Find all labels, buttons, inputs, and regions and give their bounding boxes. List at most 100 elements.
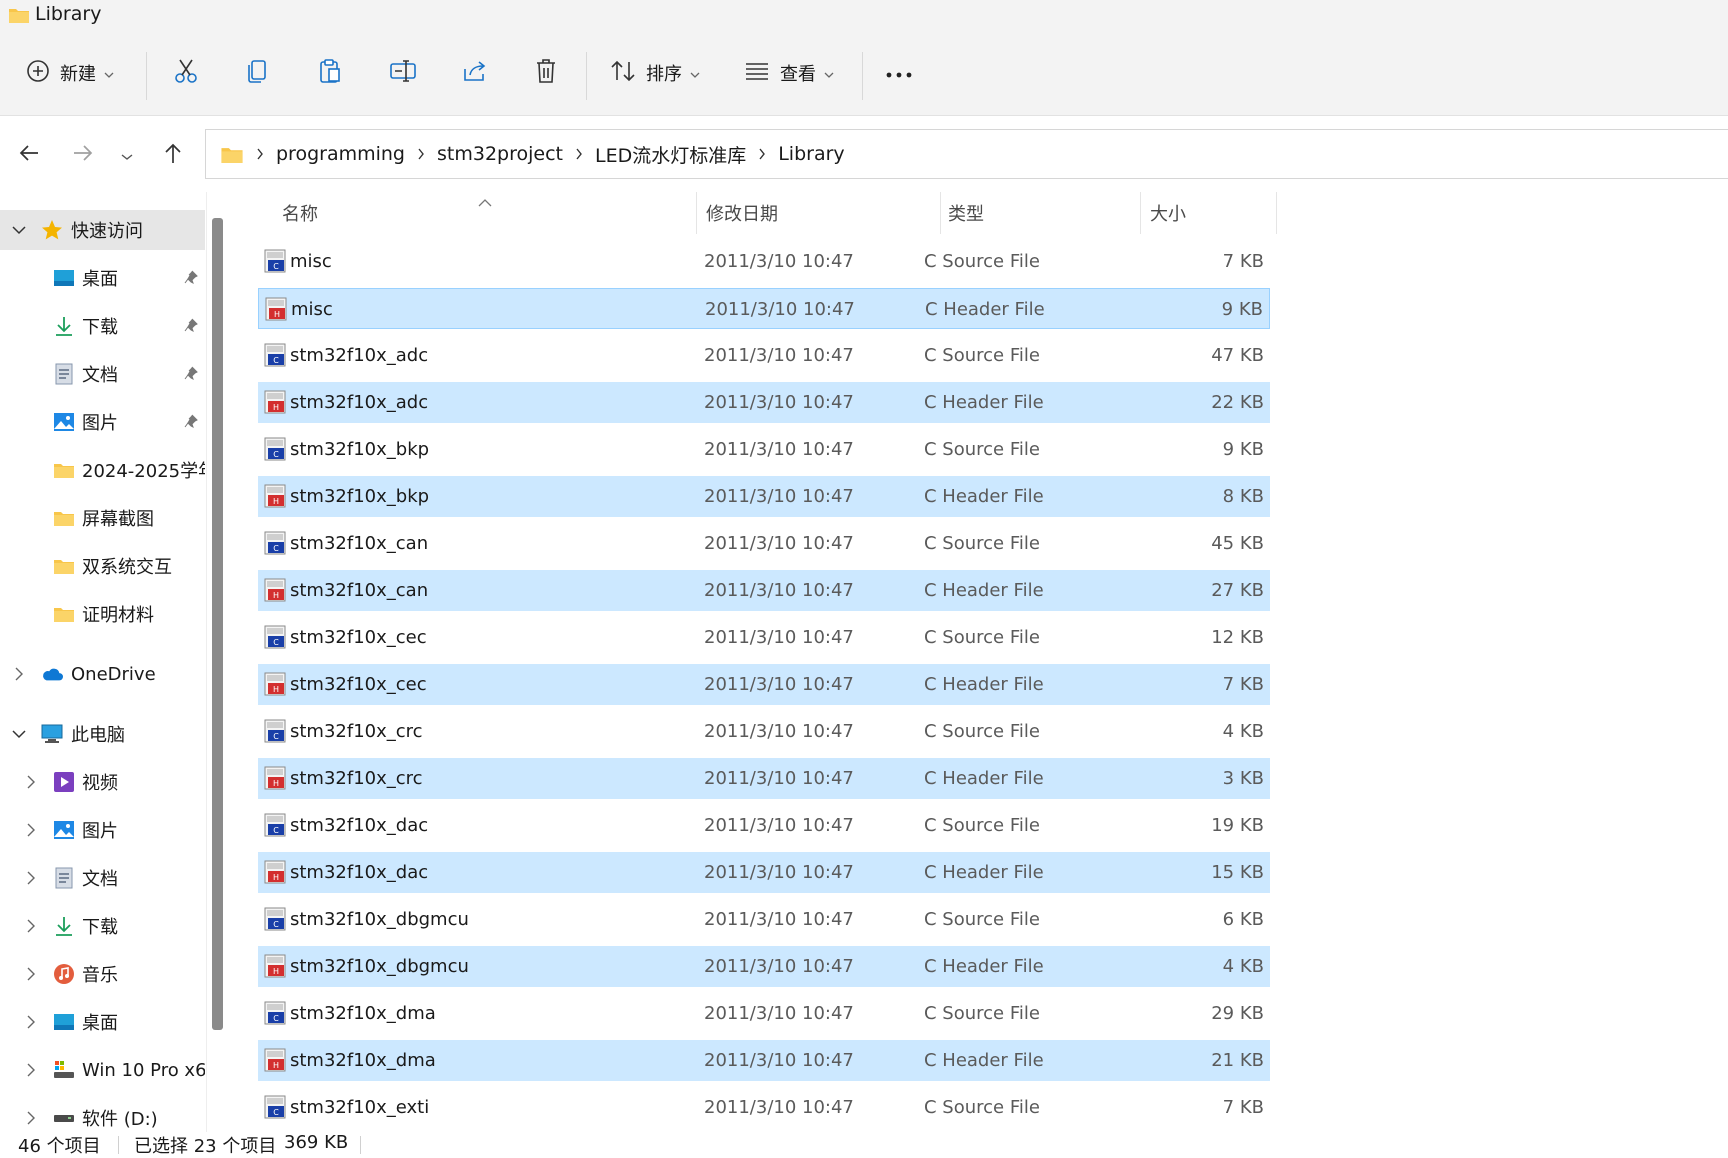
file-size: 4 KB [1222,721,1264,742]
toolbar-divider [862,52,863,100]
sidebar-item-folder[interactable]: 屏幕截图 [0,498,205,538]
file-size: 6 KB [1222,909,1264,930]
file-row[interactable]: Cstm32f10x_bkp 2011/3/10 10:47 C Source Fi… [258,429,1270,470]
sidebar-item-downloads[interactable]: 下载 [0,906,205,946]
chevron-right-icon [256,148,264,160]
file-row[interactable]: Hstm32f10x_bkp 2011/3/10 10:47 C Header Fi… [258,476,1270,517]
file-row[interactable]: Hmisc 2011/3/10 10:47 C Header File 9 KB [258,288,1270,329]
c-source-file-icon: C [264,813,286,837]
rename-button[interactable] [390,30,416,116]
c-header-file-icon: H [264,578,286,602]
file-name: stm32f10x_crc [290,721,423,742]
sidebar-item-label: 桌面 [82,1013,118,1034]
file-type: C Header File [924,392,1044,413]
copy-button[interactable] [246,30,268,116]
breadcrumb-item[interactable]: programming [276,143,405,165]
file-row[interactable]: Cstm32f10x_cec 2011/3/10 10:47 C Source Fi… [258,617,1270,658]
sidebar-item-music[interactable]: 音乐 [0,954,205,994]
file-row[interactable]: Cstm32f10x_crc 2011/3/10 10:47 C Source Fi… [258,711,1270,752]
recent-locations-button[interactable] [110,138,144,172]
file-type: C Header File [924,674,1044,695]
sidebar-item-onedrive[interactable]: OneDrive [0,654,205,694]
sidebar-item-quick-access[interactable]: 快速访问 [0,210,205,250]
sidebar-item-desktop[interactable]: 桌面 [0,1002,205,1042]
breadcrumb-item[interactable]: stm32project [437,143,563,165]
file-row[interactable]: Hstm32f10x_can 2011/3/10 10:47 C Header Fi… [258,570,1270,611]
column-divider[interactable] [696,192,697,234]
pin-icon [184,268,198,289]
download-icon [53,315,75,337]
breadcrumb-item[interactable]: LED流水灯标准库 [595,141,746,168]
arrow-right-icon [72,143,94,167]
sidebar-item-label: 此电脑 [71,725,125,746]
svg-text:C: C [273,638,279,647]
column-header-type[interactable]: 类型 [948,192,1148,234]
view-button[interactable]: 查看 [744,30,834,116]
sidebar-item-documents[interactable]: 文档 [0,354,205,394]
more-options-button[interactable] [886,30,912,116]
file-row[interactable]: Hstm32f10x_dbgmcu 2011/3/10 10:47 C Header… [258,946,1270,987]
file-name: stm32f10x_dma [290,1003,436,1024]
file-row[interactable]: Cstm32f10x_adc 2011/3/10 10:47 C Source Fi… [258,335,1270,376]
breadcrumb-item[interactable]: Library [778,143,844,165]
sidebar-item-folder[interactable]: 双系统交互 [0,546,205,586]
file-name: stm32f10x_cec [290,627,427,648]
sidebar-item-this-pc[interactable]: 此电脑 [0,714,205,754]
file-row[interactable]: Hstm32f10x_crc 2011/3/10 10:47 C Header Fi… [258,758,1270,799]
column-divider[interactable] [940,192,941,234]
sidebar-item-drive-c[interactable]: Win 10 Pro x64 [0,1050,205,1090]
file-row[interactable]: Hstm32f10x_adc 2011/3/10 10:47 C Header Fi… [258,382,1270,423]
download-icon [53,915,75,937]
svg-text:C: C [273,356,279,365]
file-type: C Source File [924,815,1040,836]
column-header-name[interactable]: 名称 [282,192,728,234]
cut-button[interactable] [174,30,198,116]
sidebar-scrollbar-thumb[interactable] [212,218,223,1030]
file-row[interactable]: Cstm32f10x_dma 2011/3/10 10:47 C Source Fi… [258,993,1270,1034]
file-row[interactable]: Hstm32f10x_cec 2011/3/10 10:47 C Header Fi… [258,664,1270,705]
new-button[interactable]: 新建 [26,30,114,116]
svg-text:C: C [273,826,279,835]
file-size: 15 KB [1211,862,1264,883]
sidebar-item-documents[interactable]: 文档 [0,858,205,898]
sort-button[interactable]: 排序 [610,30,700,116]
file-type: C Source File [924,627,1040,648]
chevron-right-icon [23,1014,39,1030]
column-header-size[interactable]: 大小 [1150,192,1270,234]
sidebar-item-videos[interactable]: 视频 [0,762,205,802]
file-type: C Source File [924,533,1040,554]
sidebar-item-downloads[interactable]: 下载 [0,306,205,346]
sidebar-item-pictures[interactable]: 图片 [0,810,205,850]
file-row[interactable]: Cmisc 2011/3/10 10:47 C Source File 7 KB [258,241,1270,282]
sidebar-item-folder[interactable]: 2024-2025学年 [0,450,205,490]
file-row[interactable]: Hstm32f10x_dac 2011/3/10 10:47 C Header Fi… [258,852,1270,893]
sidebar-item-folder[interactable]: 证明材料 [0,594,205,634]
status-divider [118,1136,119,1154]
column-divider[interactable] [1140,192,1141,234]
file-name: stm32f10x_adc [290,392,429,413]
delete-button[interactable] [534,30,558,116]
share-button[interactable] [462,30,488,116]
forward-button[interactable] [66,138,100,172]
file-name: stm32f10x_can [290,533,429,554]
picture-icon [53,819,75,841]
address-bar[interactable]: programming stm32project LED流水灯标准库 Libra… [205,129,1728,179]
file-row[interactable]: Cstm32f10x_exti 2011/3/10 10:47 C Source F… [258,1087,1270,1128]
column-header-date[interactable]: 修改日期 [706,192,916,234]
file-row[interactable]: Cstm32f10x_dac 2011/3/10 10:47 C Source Fi… [258,805,1270,846]
command-bar: 新建 排序 查看 [0,30,1728,116]
file-row[interactable]: Cstm32f10x_can 2011/3/10 10:47 C Source Fi… [258,523,1270,564]
file-row[interactable]: Cstm32f10x_dbgmcu 2011/3/10 10:47 C Source… [258,899,1270,940]
sidebar-item-label: 软件 (D:) [82,1109,158,1130]
sidebar-item-desktop[interactable]: 桌面 [0,258,205,298]
sidebar-item-label: Win 10 Pro x64 [82,1059,205,1081]
plus-circle-icon [26,59,50,87]
sidebar-item-pictures[interactable]: 图片 [0,402,205,442]
column-divider[interactable] [1276,192,1277,234]
up-button[interactable] [156,138,190,172]
file-size: 9 KB [1222,439,1264,460]
back-button[interactable] [12,138,46,172]
paste-button[interactable] [318,30,342,116]
file-row[interactable]: Hstm32f10x_dma 2011/3/10 10:47 C Header Fi… [258,1040,1270,1081]
file-size: 7 KB [1222,251,1264,272]
